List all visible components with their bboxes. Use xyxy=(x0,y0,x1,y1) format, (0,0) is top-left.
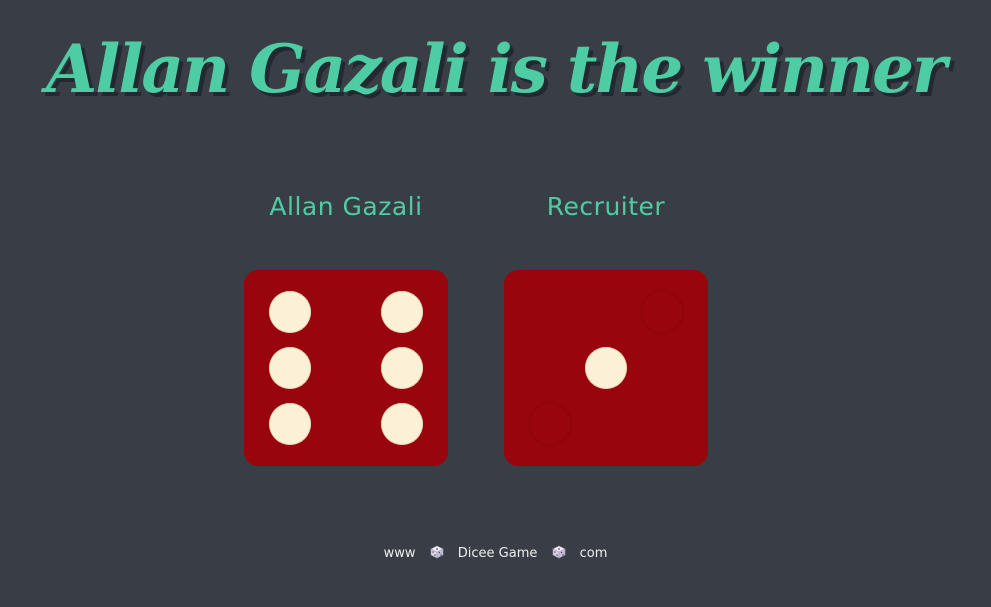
footer-suffix: com xyxy=(579,546,608,561)
dice-icon xyxy=(551,545,566,559)
player-1: Allan Gazali xyxy=(244,190,448,466)
die-pip xyxy=(269,403,311,445)
player-2-name: Recruiter xyxy=(546,192,666,221)
winner-title: Allan Gazali is the winner xyxy=(46,30,947,108)
player-2-die xyxy=(504,270,708,466)
footer-site: Dicee Game xyxy=(457,546,538,561)
player-2: Recruiter xyxy=(504,190,708,466)
player-1-die xyxy=(244,270,448,466)
die-pip-ghost xyxy=(641,291,683,333)
die-pip xyxy=(381,403,423,445)
player-1-name: Allan Gazali xyxy=(269,192,423,221)
dice-icon xyxy=(429,545,444,559)
die-pip xyxy=(269,291,311,333)
die-pip xyxy=(585,347,627,389)
die-pip xyxy=(269,347,311,389)
footer: www Dicee Game com xyxy=(0,545,991,561)
die-pip-ghost xyxy=(529,403,571,445)
die-pip xyxy=(381,291,423,333)
footer-prefix: www xyxy=(383,546,416,561)
die-pip xyxy=(381,347,423,389)
